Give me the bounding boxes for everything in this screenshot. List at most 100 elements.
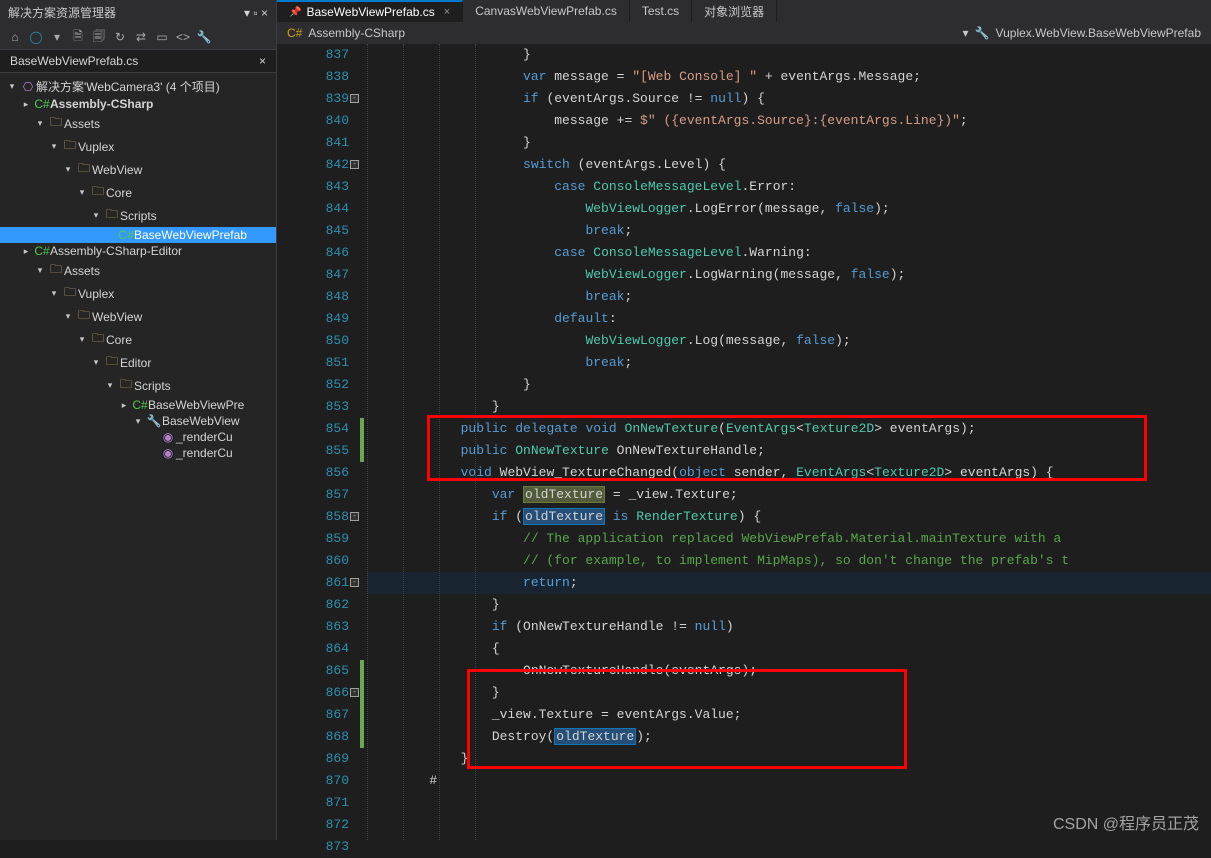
close-icon[interactable]: × [444, 6, 450, 18]
code-line[interactable]: Destroy(oldTexture); [367, 726, 1211, 748]
refresh-icon[interactable]: ↻ [111, 28, 129, 46]
tree-node[interactable]: ▾🗀Scripts [0, 374, 276, 397]
code-line[interactable]: if (eventArgs.Source != null) { [367, 88, 1211, 110]
fold-toggle-icon[interactable]: - [350, 688, 359, 697]
chevron-icon[interactable]: ▾ [130, 416, 146, 427]
tree-node[interactable]: ▾🗀Core [0, 328, 276, 351]
file-tab[interactable]: BaseWebViewPrefab.cs × [0, 50, 276, 73]
code-line[interactable]: WebViewLogger.LogError(message, false); [367, 198, 1211, 220]
fold-toggle-icon[interactable]: - [350, 94, 359, 103]
chevron-icon[interactable]: ▾ [60, 311, 76, 322]
code-line[interactable]: } [367, 44, 1211, 66]
tree-node[interactable]: ▾🗀Scripts [0, 204, 276, 227]
chevron-icon[interactable]: ▾ [74, 334, 90, 345]
chevron-icon[interactable]: ▾ [88, 210, 104, 221]
fold-toggle-icon[interactable]: - [350, 578, 359, 587]
code-line[interactable]: var oldTexture = _view.Texture; [367, 484, 1211, 506]
tree-node[interactable]: ◉_renderCu [0, 445, 276, 461]
wrench-icon[interactable]: 🔧 [195, 28, 213, 46]
code-area[interactable]: } var message = "[Web Console] " + event… [367, 44, 1211, 840]
solution-node[interactable]: ▾ ⎔ 解决方案'WebCamera3' (4 个项目) [0, 77, 276, 96]
code-line[interactable]: // (for example, to implement MipMaps), … [367, 550, 1211, 572]
document-tab[interactable]: 对象浏览器 [692, 0, 777, 22]
chevron-icon[interactable]: ▾ [60, 164, 76, 175]
code-line[interactable]: case ConsoleMessageLevel.Error: [367, 176, 1211, 198]
fold-toggle-icon[interactable]: - [350, 512, 359, 521]
code-line[interactable]: public delegate void OnNewTexture(EventA… [367, 418, 1211, 440]
code-line[interactable]: var message = "[Web Console] " + eventAr… [367, 66, 1211, 88]
code-line[interactable]: WebViewLogger.LogWarning(message, false)… [367, 264, 1211, 286]
tree-node[interactable]: ▾🔧BaseWebView [0, 413, 276, 429]
code-line[interactable]: WebViewLogger.Log(message, false); [367, 330, 1211, 352]
code-line[interactable]: break; [367, 220, 1211, 242]
tree-node[interactable]: ▾🗀Editor [0, 351, 276, 374]
close-icon[interactable]: × [259, 54, 266, 68]
code-line[interactable]: _view.Texture = eventArgs.Value; [367, 704, 1211, 726]
code-line[interactable]: break; [367, 286, 1211, 308]
tree-node[interactable]: ▾🗀Vuplex [0, 282, 276, 305]
code-line[interactable]: } [367, 374, 1211, 396]
tree-node[interactable]: ▸C#Assembly-CSharp [0, 96, 276, 112]
code-line[interactable]: OnNewTextureHandle(eventArgs); [367, 660, 1211, 682]
tree-node[interactable]: ▾🗀Assets [0, 259, 276, 282]
save-all-icon[interactable]: 🗐 [90, 28, 108, 46]
tree-node[interactable]: ▾🗀Vuplex [0, 135, 276, 158]
back-icon[interactable]: ◯ [27, 28, 45, 46]
tree-node[interactable]: ▾🗀Core [0, 181, 276, 204]
code-line[interactable]: # [367, 770, 1211, 792]
code-line[interactable]: public OnNewTexture OnNewTextureHandle; [367, 440, 1211, 462]
code-line[interactable]: if (oldTexture is RenderTexture) { [367, 506, 1211, 528]
sync-icon[interactable]: ⇄ [132, 28, 150, 46]
line-number: 860 [277, 550, 349, 572]
code-line[interactable]: } [367, 682, 1211, 704]
tree-node[interactable]: ▾🗀WebView [0, 305, 276, 328]
chevron-icon[interactable]: ▾ [88, 357, 104, 368]
code-line[interactable]: // The application replaced WebViewPrefa… [367, 528, 1211, 550]
code-line[interactable]: switch (eventArgs.Level) { [367, 154, 1211, 176]
tree-node[interactable]: ◉_renderCu [0, 429, 276, 445]
chevron-down-icon[interactable]: ▾ [4, 81, 20, 92]
code-line[interactable]: default: [367, 308, 1211, 330]
code-line[interactable]: break; [367, 352, 1211, 374]
breadcrumb-right[interactable]: ▾ 🔧 Vuplex.WebView.BaseWebViewPrefab [963, 26, 1201, 40]
tree-node[interactable]: ▾🗀Assets [0, 112, 276, 135]
home-icon[interactable]: ⌂ [6, 28, 24, 46]
code-line[interactable]: } [367, 132, 1211, 154]
chevron-icon[interactable]: ▾ [102, 380, 118, 391]
tree-node[interactable]: ▾🗀WebView [0, 158, 276, 181]
tree-node[interactable]: ▸C#Assembly-CSharp-Editor [0, 243, 276, 259]
tree-node[interactable]: ▸C#BaseWebViewPre [0, 397, 276, 413]
code-line[interactable]: case ConsoleMessageLevel.Warning: [367, 242, 1211, 264]
tree-label: Vuplex [78, 140, 114, 154]
line-number: 853 [277, 396, 349, 418]
code-line[interactable]: { [367, 638, 1211, 660]
code-line[interactable]: } [367, 396, 1211, 418]
chevron-icon[interactable]: ▾ [74, 187, 90, 198]
line-number: 847 [277, 264, 349, 286]
document-tab[interactable]: Test.cs [630, 0, 692, 22]
document-tab[interactable]: CanvasWebViewPrefab.cs [463, 0, 630, 22]
chevron-icon[interactable]: ▾ [46, 288, 62, 299]
chevron-icon[interactable]: ▾ [46, 141, 62, 152]
doc-icon[interactable]: 🗎 [69, 28, 87, 46]
code-line[interactable]: if (OnNewTextureHandle != null) [367, 616, 1211, 638]
code-icon[interactable]: <> [174, 28, 192, 46]
collapse-icon[interactable]: ▭ [153, 28, 171, 46]
chevron-icon[interactable]: ▸ [18, 99, 34, 110]
chevron-icon[interactable]: ▸ [18, 246, 34, 257]
code-line[interactable]: message += $" ({eventArgs.Source}:{event… [367, 110, 1211, 132]
fold-toggle-icon[interactable]: - [350, 160, 359, 169]
chevron-icon[interactable]: ▸ [116, 400, 132, 411]
code-line[interactable]: } [367, 748, 1211, 770]
code-line[interactable]: } [367, 594, 1211, 616]
breadcrumb-left[interactable]: C# Assembly-CSharp [287, 26, 405, 40]
document-tab[interactable]: 📌BaseWebViewPrefab.cs× [277, 0, 463, 22]
tree-node[interactable]: C#BaseWebViewPrefab [0, 227, 276, 243]
chevron-icon[interactable]: ▾ [32, 118, 48, 129]
chevron-icon[interactable]: ▾ [32, 265, 48, 276]
code-line[interactable]: void WebView_TextureChanged(object sende… [367, 462, 1211, 484]
code-editor[interactable]: 8378388398408418428438448458468478488498… [277, 44, 1211, 840]
tab-label: 对象浏览器 [704, 3, 764, 20]
forward-icon[interactable]: ▾ [48, 28, 66, 46]
code-line[interactable]: return; [367, 572, 1211, 594]
